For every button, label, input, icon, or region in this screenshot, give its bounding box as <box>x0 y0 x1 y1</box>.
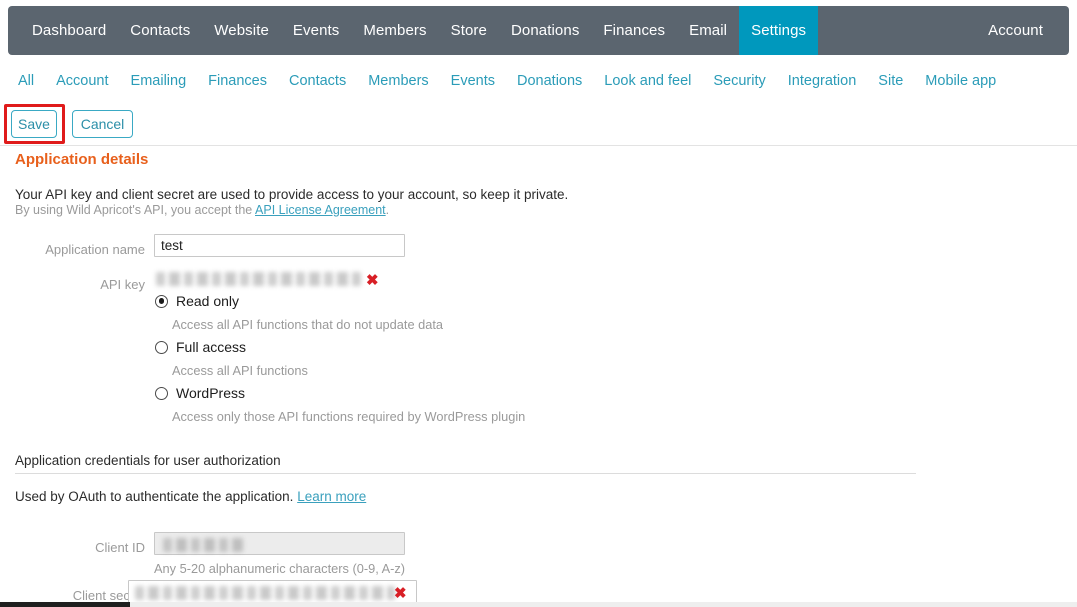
secondary-navigation-bar: All Account Emailing Finances Contacts M… <box>0 62 1077 100</box>
access-option-wordpress-help: Access only those API functions required… <box>172 409 525 424</box>
radio-wordpress-icon[interactable] <box>155 387 168 400</box>
subnav-item-site[interactable]: Site <box>867 73 914 89</box>
horizontal-scrollbar[interactable] <box>0 602 1077 607</box>
credentials-description: Used by OAuth to authenticate the applic… <box>15 489 366 504</box>
nav-item-members[interactable]: Members <box>351 6 438 55</box>
nav-item-settings[interactable]: Settings <box>739 6 818 55</box>
primary-nav-right: Account <box>976 6 1069 55</box>
delete-api-key-icon[interactable]: ✖ <box>366 273 379 288</box>
subnav-item-account[interactable]: Account <box>45 73 119 89</box>
subnav-item-all[interactable]: All <box>10 73 45 89</box>
primary-nav-items: Dashboard Contacts Website Events Member… <box>8 6 818 55</box>
nav-item-contacts[interactable]: Contacts <box>118 6 202 55</box>
main-content: Application details Your API key and cli… <box>0 146 1077 603</box>
access-option-full-access-help: Access all API functions <box>172 363 308 378</box>
radio-read-only-icon[interactable] <box>155 295 168 308</box>
cancel-button[interactable]: Cancel <box>72 110 133 138</box>
page-title: Application details <box>15 151 148 168</box>
nav-item-website[interactable]: Website <box>202 6 281 55</box>
intro-privacy-text: Your API key and client secret are used … <box>15 187 568 202</box>
nav-item-finances[interactable]: Finances <box>591 6 677 55</box>
intro-license-text: By using Wild Apricot's API, you accept … <box>15 203 389 217</box>
intro-license-prefix: By using Wild Apricot's API, you accept … <box>15 203 255 217</box>
client-id-input[interactable] <box>154 532 405 555</box>
nav-item-donations[interactable]: Donations <box>499 6 591 55</box>
nav-item-dashboard[interactable]: Dashboard <box>20 6 118 55</box>
access-option-read-only-label: Read only <box>176 293 239 309</box>
subnav-item-donations[interactable]: Donations <box>506 73 593 89</box>
application-name-input[interactable] <box>154 234 405 257</box>
client-secret-label: Client secret <box>5 588 145 603</box>
client-id-redacted-value <box>163 538 243 552</box>
subnav-item-security[interactable]: Security <box>702 73 776 89</box>
client-secret-redacted-value <box>135 586 395 600</box>
horizontal-scrollbar-thumb[interactable] <box>0 602 130 607</box>
credentials-divider <box>15 473 916 474</box>
nav-item-email[interactable]: Email <box>677 6 739 55</box>
intro-license-suffix: . <box>386 203 389 217</box>
subnav-item-finances[interactable]: Finances <box>197 73 278 89</box>
access-option-read-only-help: Access all API functions that do not upd… <box>172 317 443 332</box>
nav-item-store[interactable]: Store <box>439 6 499 55</box>
access-option-full-access[interactable]: Full access <box>155 339 246 355</box>
subnav-item-emailing[interactable]: Emailing <box>120 73 198 89</box>
subnav-item-contacts[interactable]: Contacts <box>278 73 357 89</box>
application-page: Dashboard Contacts Website Events Member… <box>0 0 1077 607</box>
subnav-item-members[interactable]: Members <box>357 73 439 89</box>
api-license-agreement-link[interactable]: API License Agreement <box>255 203 386 217</box>
access-option-read-only[interactable]: Read only <box>155 293 239 309</box>
primary-navigation-bar: Dashboard Contacts Website Events Member… <box>8 6 1069 55</box>
nav-item-events[interactable]: Events <box>281 6 351 55</box>
client-id-label: Client ID <box>5 540 145 555</box>
access-option-wordpress[interactable]: WordPress <box>155 385 245 401</box>
subnav-item-look-and-feel[interactable]: Look and feel <box>593 73 702 89</box>
subnav-item-mobile-app[interactable]: Mobile app <box>914 73 1007 89</box>
application-name-label: Application name <box>5 242 145 257</box>
api-key-redacted-value <box>156 272 361 286</box>
nav-item-account[interactable]: Account <box>976 6 1055 55</box>
client-id-hint: Any 5-20 alphanumeric characters (0-9, A… <box>154 561 405 576</box>
nav-spacer <box>818 6 976 55</box>
access-option-full-access-label: Full access <box>176 339 246 355</box>
api-key-label: API key <box>5 277 145 292</box>
credentials-group-title: Application credentials for user authori… <box>15 453 281 468</box>
subnav-item-events[interactable]: Events <box>440 73 506 89</box>
access-option-wordpress-label: WordPress <box>176 385 245 401</box>
credentials-description-prefix: Used by OAuth to authenticate the applic… <box>15 489 297 504</box>
client-secret-input[interactable] <box>128 580 417 603</box>
subnav-item-integration[interactable]: Integration <box>777 73 868 89</box>
save-button[interactable]: Save <box>11 110 57 138</box>
learn-more-link[interactable]: Learn more <box>297 489 366 504</box>
action-toolbar <box>0 100 1077 145</box>
radio-full-access-icon[interactable] <box>155 341 168 354</box>
delete-client-secret-icon[interactable]: ✖ <box>394 586 407 601</box>
